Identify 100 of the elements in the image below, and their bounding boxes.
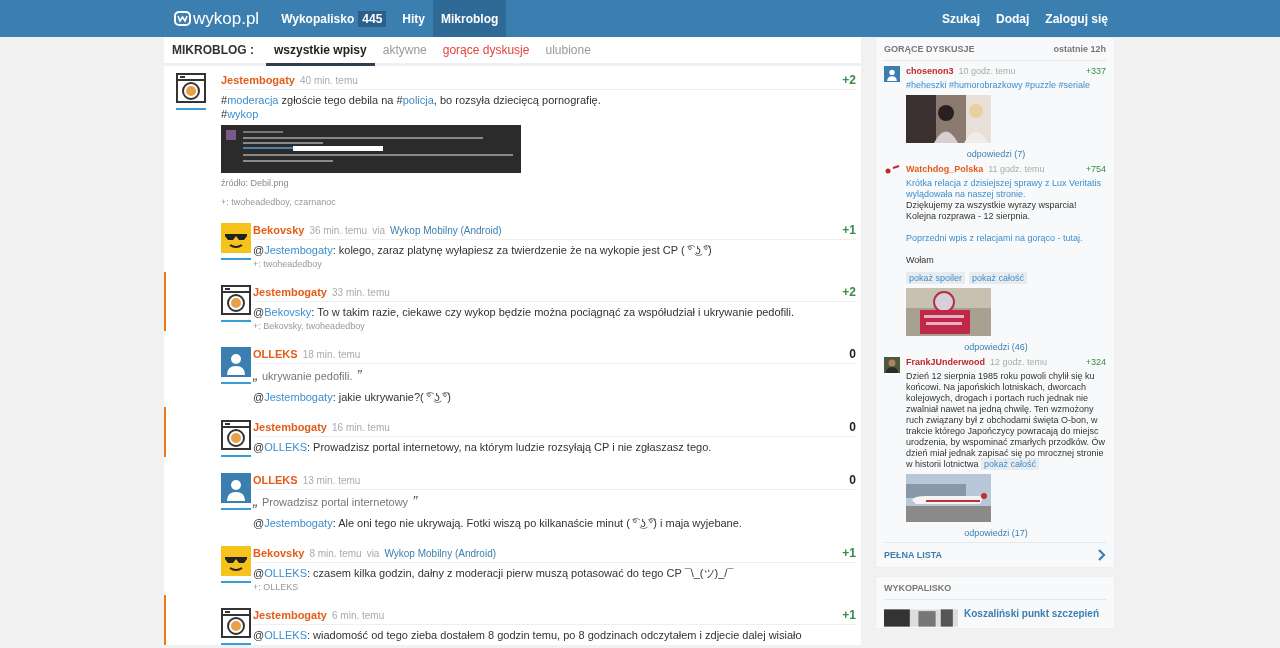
nav-tab[interactable]: Hity (394, 0, 433, 37)
logo-icon (174, 11, 191, 26)
expand-button[interactable]: pokaż całość (969, 272, 1028, 284)
author-name[interactable]: Jestembogaty (253, 421, 327, 433)
vote-count: +754 (1085, 164, 1106, 174)
post-time: 10 godz. temu (958, 66, 1016, 76)
vote-count: 0 (849, 473, 856, 487)
post-text: Wołam (906, 255, 935, 266)
post-text: @Jestembogaty: jakie ukrywanie?( ͡° ͜ʖ ͡°) (253, 390, 452, 404)
post-text: @OLLEKS: Prowadzisz portal internetowy, na którym ludzie rozsyłają CP i nie zgłaszasz tego. (253, 440, 713, 454)
author-name[interactable]: Bekovsky (253, 224, 305, 236)
post-text: @OLLEKS: wiadomość od tego zieba dostałem 8 godzin temu, po 8 godzinach odczytałem i zdjecie dalej wisiało (253, 628, 803, 642)
post-text: #moderacja zgłoście tego debila na #policja, bo rozsyła dziecięcą pornografię. (221, 93, 602, 107)
replies-link[interactable]: odpowiedzi (46) (964, 342, 1028, 352)
washing-machine-icon (221, 420, 251, 450)
post-time: 33 min. temu (332, 287, 390, 298)
author-name[interactable]: chosenon3 (906, 66, 954, 76)
post-time: 13 min. temu (302, 475, 361, 486)
author-name[interactable]: OLLEKS (253, 474, 298, 486)
vote-count: +2 (842, 285, 856, 299)
post-time: 12 godz. temu (990, 357, 1048, 367)
wykop-logo[interactable]: wykop.pl (174, 0, 260, 37)
header-link[interactable]: Szukaj (933, 0, 988, 37)
text-link[interactable]: OLLEKS (264, 567, 307, 579)
text-link[interactable]: Jestembogaty (264, 244, 333, 256)
app-link[interactable]: Wykop Mobilny (Android) (384, 548, 497, 559)
panel-title: GORĄCE DYSKUSJE (884, 44, 975, 54)
post-time: 16 min. temu (332, 422, 390, 433)
show-all-button[interactable]: pokaż całość (981, 458, 1040, 470)
text-link[interactable]: wykop (227, 108, 259, 120)
vote-count: +2 (842, 73, 856, 87)
sunglasses-smiley-icon (221, 546, 251, 576)
link-title[interactable]: Koszaliński punkt szczepień (964, 608, 1100, 628)
post-text: @OLLEKS: czasem kilka godzin, dałny z moderacji pierw muszą potasować do tego CP ¯\_(ツ)_/¯ (253, 566, 735, 580)
nav-tab[interactable]: Mikroblog (433, 0, 507, 37)
quote-text: Prowadzisz portal internetowy (262, 495, 409, 510)
quote-mark: „ (253, 493, 258, 509)
source-label: źródło: Debil.png (221, 178, 290, 188)
replies-link[interactable]: odpowiedzi (17) (964, 528, 1028, 538)
period-label[interactable]: ostatnie 12h (1053, 44, 1106, 54)
author-name[interactable]: Bekovsky (253, 547, 305, 559)
post-text: Dziękujemy za wszystkie wyrazy wsparcia! Kolejna rozprawa - 12 sierpnia. (906, 200, 1078, 222)
vote-count: 0 (849, 420, 856, 434)
text-link[interactable]: policja (402, 94, 434, 106)
header-link[interactable]: Dodaj (987, 0, 1038, 37)
text-link[interactable]: Jestembogaty (264, 391, 333, 403)
full-list-link[interactable]: PEŁNA LISTA (884, 550, 942, 560)
filter-tab[interactable]: gorące dyskusje (434, 37, 538, 66)
post-text: @Jestembogaty: kolego, zaraz platynę wyłapiesz za twierdzenie że na wykopie jest CP ( ͡° ͜ʖ ͡°) (253, 243, 713, 257)
voters-list: +: OLLEKS (253, 582, 856, 592)
person-icon (884, 357, 900, 373)
vote-count: +324 (1085, 357, 1106, 367)
person-icon (221, 473, 251, 503)
voters-list: +: Bekovsky, twoheadedboy (253, 321, 856, 331)
replies-link[interactable]: odpowiedzi (7) (966, 149, 1026, 159)
washing-machine-icon (221, 285, 251, 315)
post-time: 18 min. temu (302, 349, 361, 360)
logo-text: wykop.pl (193, 8, 260, 29)
text-link[interactable]: moderacja (227, 94, 279, 106)
post-time: 36 min. temu (309, 225, 368, 236)
vote-count: 0 (849, 347, 856, 361)
filter-tab[interactable]: aktywne (374, 37, 435, 66)
header-link[interactable]: Zaloguj się (1037, 0, 1116, 37)
filter-tab[interactable]: ulubione (537, 37, 599, 66)
expand-button[interactable]: pokaż spoiler (906, 272, 966, 284)
nav-tab[interactable]: Wykopalisko 445 (273, 0, 395, 37)
person-icon (884, 66, 900, 82)
author-name[interactable]: Jestembogaty (221, 74, 295, 86)
person-icon (221, 347, 251, 377)
quote-text: ukrywanie pedofili. (262, 369, 353, 384)
voters-list: +: twoheadedboy, czarnanoc (221, 197, 856, 207)
post-time: 11 godz. temu (988, 164, 1045, 174)
text-link[interactable]: #heheszki #humorobrazkowy #puzzle #seriale (906, 80, 1106, 91)
post-text: @Jestembogaty: Ale oni tego nie ukrywają. Fotki wiszą po kilkanaście minut ( ͡° ͜ʖ ͡°) i maja wyjebane. (253, 516, 743, 530)
via-label: via (366, 548, 380, 559)
post-time: 6 min. temu (332, 610, 385, 621)
quote-mark: „ (253, 367, 258, 383)
text-link[interactable]: Krótka relacja z dzisiejszej sprawy z Lux Veritatis wylądowała na naszej stronie. (906, 178, 1106, 200)
quote-mark: ” (412, 493, 418, 509)
text-link[interactable]: Jestembogaty (264, 517, 333, 529)
vote-count: +1 (842, 223, 856, 237)
post-text: Dzień 12 sierpnia 1985 roku powoli chylił się ku końcowi. Na japońskich lotniskach, dworcach kolejowych, drogach i portach ruch jednak nie zwalniał nawet na jedną chwilę. Ten wzmożony ruch związany był z obchodami święta O-bon, w trakcie którego Japończycy powracają do miejsc urodzenia, by wspominać zmarłych przodków. Ów dzień miał jednak zapisać się po mrocznej stronie w historii lotnictwa pokaż całość (906, 371, 1106, 470)
app-link[interactable]: Wykop Mobilny (Android) (390, 225, 502, 236)
count-badge: 445 (358, 10, 387, 27)
author-name[interactable]: Jestembogaty (253, 286, 327, 298)
vote-count: +337 (1085, 66, 1106, 76)
author-name[interactable]: Watchdog_Polska (906, 164, 984, 174)
author-name[interactable]: Jestembogaty (253, 609, 327, 621)
text-link[interactable]: OLLEKS (264, 629, 307, 641)
washing-machine-icon (221, 608, 251, 638)
vote-count: +1 (842, 546, 856, 560)
text-link[interactable]: OLLEKS (264, 441, 307, 453)
chevron-right-icon (1098, 549, 1106, 561)
author-name[interactable]: OLLEKS (253, 348, 298, 360)
via-label: via (372, 225, 385, 236)
author-name[interactable]: FrankJUnderwood (906, 357, 985, 367)
post-text: #wykop (221, 107, 260, 121)
filter-tab[interactable]: wszystkie wpisy (266, 37, 375, 66)
text-link[interactable]: Poprzedni wpis z relacjami na gorąco - tutaj. (906, 233, 1106, 244)
voters-list: +: twoheadedboy (253, 259, 856, 269)
